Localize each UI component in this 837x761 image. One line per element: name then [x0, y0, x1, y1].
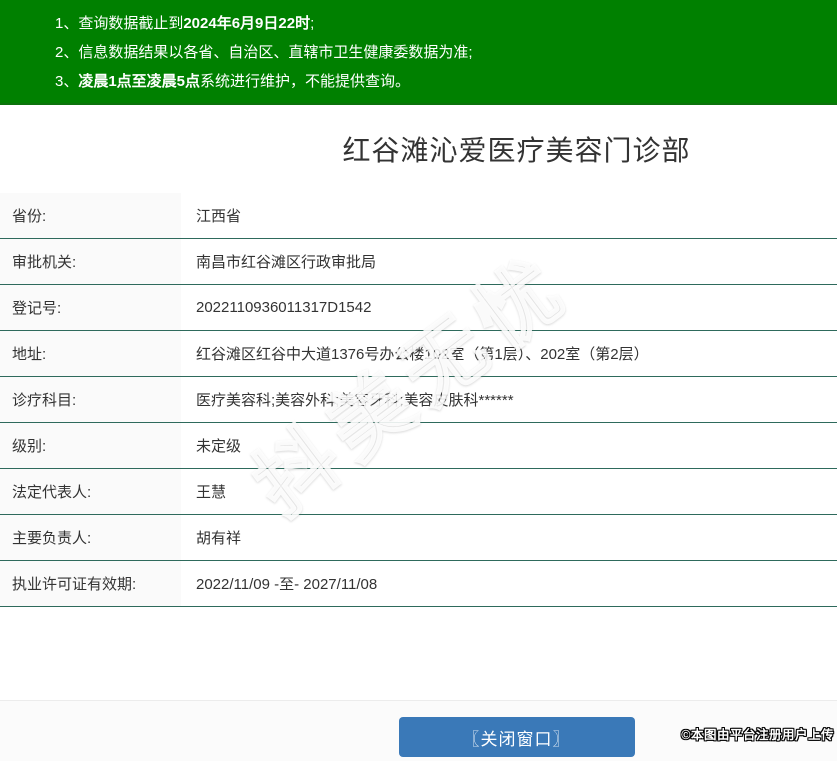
close-window-button[interactable]: 〖关闭窗口〗	[399, 717, 635, 757]
notice-text: 系统进行维护，不能提供查询。	[200, 73, 410, 90]
notice-text: 2、信息数据结果以各省、自治区、直辖市卫生健康委数据为准;	[55, 44, 473, 61]
page-title: 红谷滩沁爱医疗美容门诊部	[342, 129, 690, 169]
field-value: 红谷滩区红谷中大道1376号办公楼102室（第1层）、202室（第2层）	[181, 331, 837, 376]
field-value: 未定级	[181, 423, 837, 468]
notice-line-3: 3、凌晨1点至凌晨5点系统进行维护，不能提供查询。	[55, 67, 837, 96]
field-label: 级别:	[0, 423, 181, 468]
content-spacer	[0, 607, 837, 700]
title-area: 红谷滩沁爱医疗美容门诊部	[0, 105, 837, 193]
table-row-address: 地址: 红谷滩区红谷中大道1376号办公楼102室（第1层）、202室（第2层）	[0, 331, 837, 377]
image-credit-watermark: ©本图由平台注册用户上传	[681, 724, 834, 743]
field-label: 登记号:	[0, 285, 181, 330]
field-value: 医疗美容科;美容外科;美容牙科;美容皮肤科******	[181, 377, 837, 422]
field-value: 南昌市红谷滩区行政审批局	[181, 239, 837, 284]
notice-text: ;	[310, 15, 314, 32]
notice-line-2: 2、信息数据结果以各省、自治区、直辖市卫生健康委数据为准;	[55, 38, 837, 67]
notice-banner: 1、查询数据截止到2024年6月9日22时; 2、信息数据结果以各省、自治区、直…	[0, 0, 837, 105]
notice-line-1: 1、查询数据截止到2024年6月9日22时;	[55, 9, 837, 38]
notice-bold-text: 2024年6月9日22时	[183, 15, 310, 32]
field-label: 地址:	[0, 331, 181, 376]
page-container: 1、查询数据截止到2024年6月9日22时; 2、信息数据结果以各省、自治区、直…	[0, 0, 837, 761]
table-row-principal: 主要负责人: 胡有祥	[0, 515, 837, 561]
field-value: 江西省	[181, 193, 837, 238]
field-value: 胡有祥	[181, 515, 837, 560]
field-label: 主要负责人:	[0, 515, 181, 560]
field-label: 诊疗科目:	[0, 377, 181, 422]
table-row-approval-authority: 审批机关: 南昌市红谷滩区行政审批局	[0, 239, 837, 285]
table-row-legal-representative: 法定代表人: 王慧	[0, 469, 837, 515]
field-label: 审批机关:	[0, 239, 181, 284]
table-row-registration-number: 登记号: 2022110936011317D1542	[0, 285, 837, 331]
notice-text: 1、查询数据截止到	[55, 15, 183, 32]
table-row-province: 省份: 江西省	[0, 193, 837, 239]
table-row-license-validity: 执业许可证有效期: 2022/11/09 -至- 2027/11/08	[0, 561, 837, 607]
field-value: 王慧	[181, 469, 837, 514]
notice-text: 3、	[55, 73, 78, 90]
field-value: 2022/11/09 -至- 2027/11/08	[181, 561, 837, 606]
field-value: 2022110936011317D1542	[181, 285, 837, 330]
field-label: 执业许可证有效期:	[0, 561, 181, 606]
table-row-level: 级别: 未定级	[0, 423, 837, 469]
field-label: 法定代表人:	[0, 469, 181, 514]
table-row-clinical-subjects: 诊疗科目: 医疗美容科;美容外科;美容牙科;美容皮肤科******	[0, 377, 837, 423]
institution-info-table: 省份: 江西省 审批机关: 南昌市红谷滩区行政审批局 登记号: 20221109…	[0, 193, 837, 607]
notice-bold-text: 凌晨1点至凌晨5点	[78, 73, 200, 90]
field-label: 省份:	[0, 193, 181, 238]
